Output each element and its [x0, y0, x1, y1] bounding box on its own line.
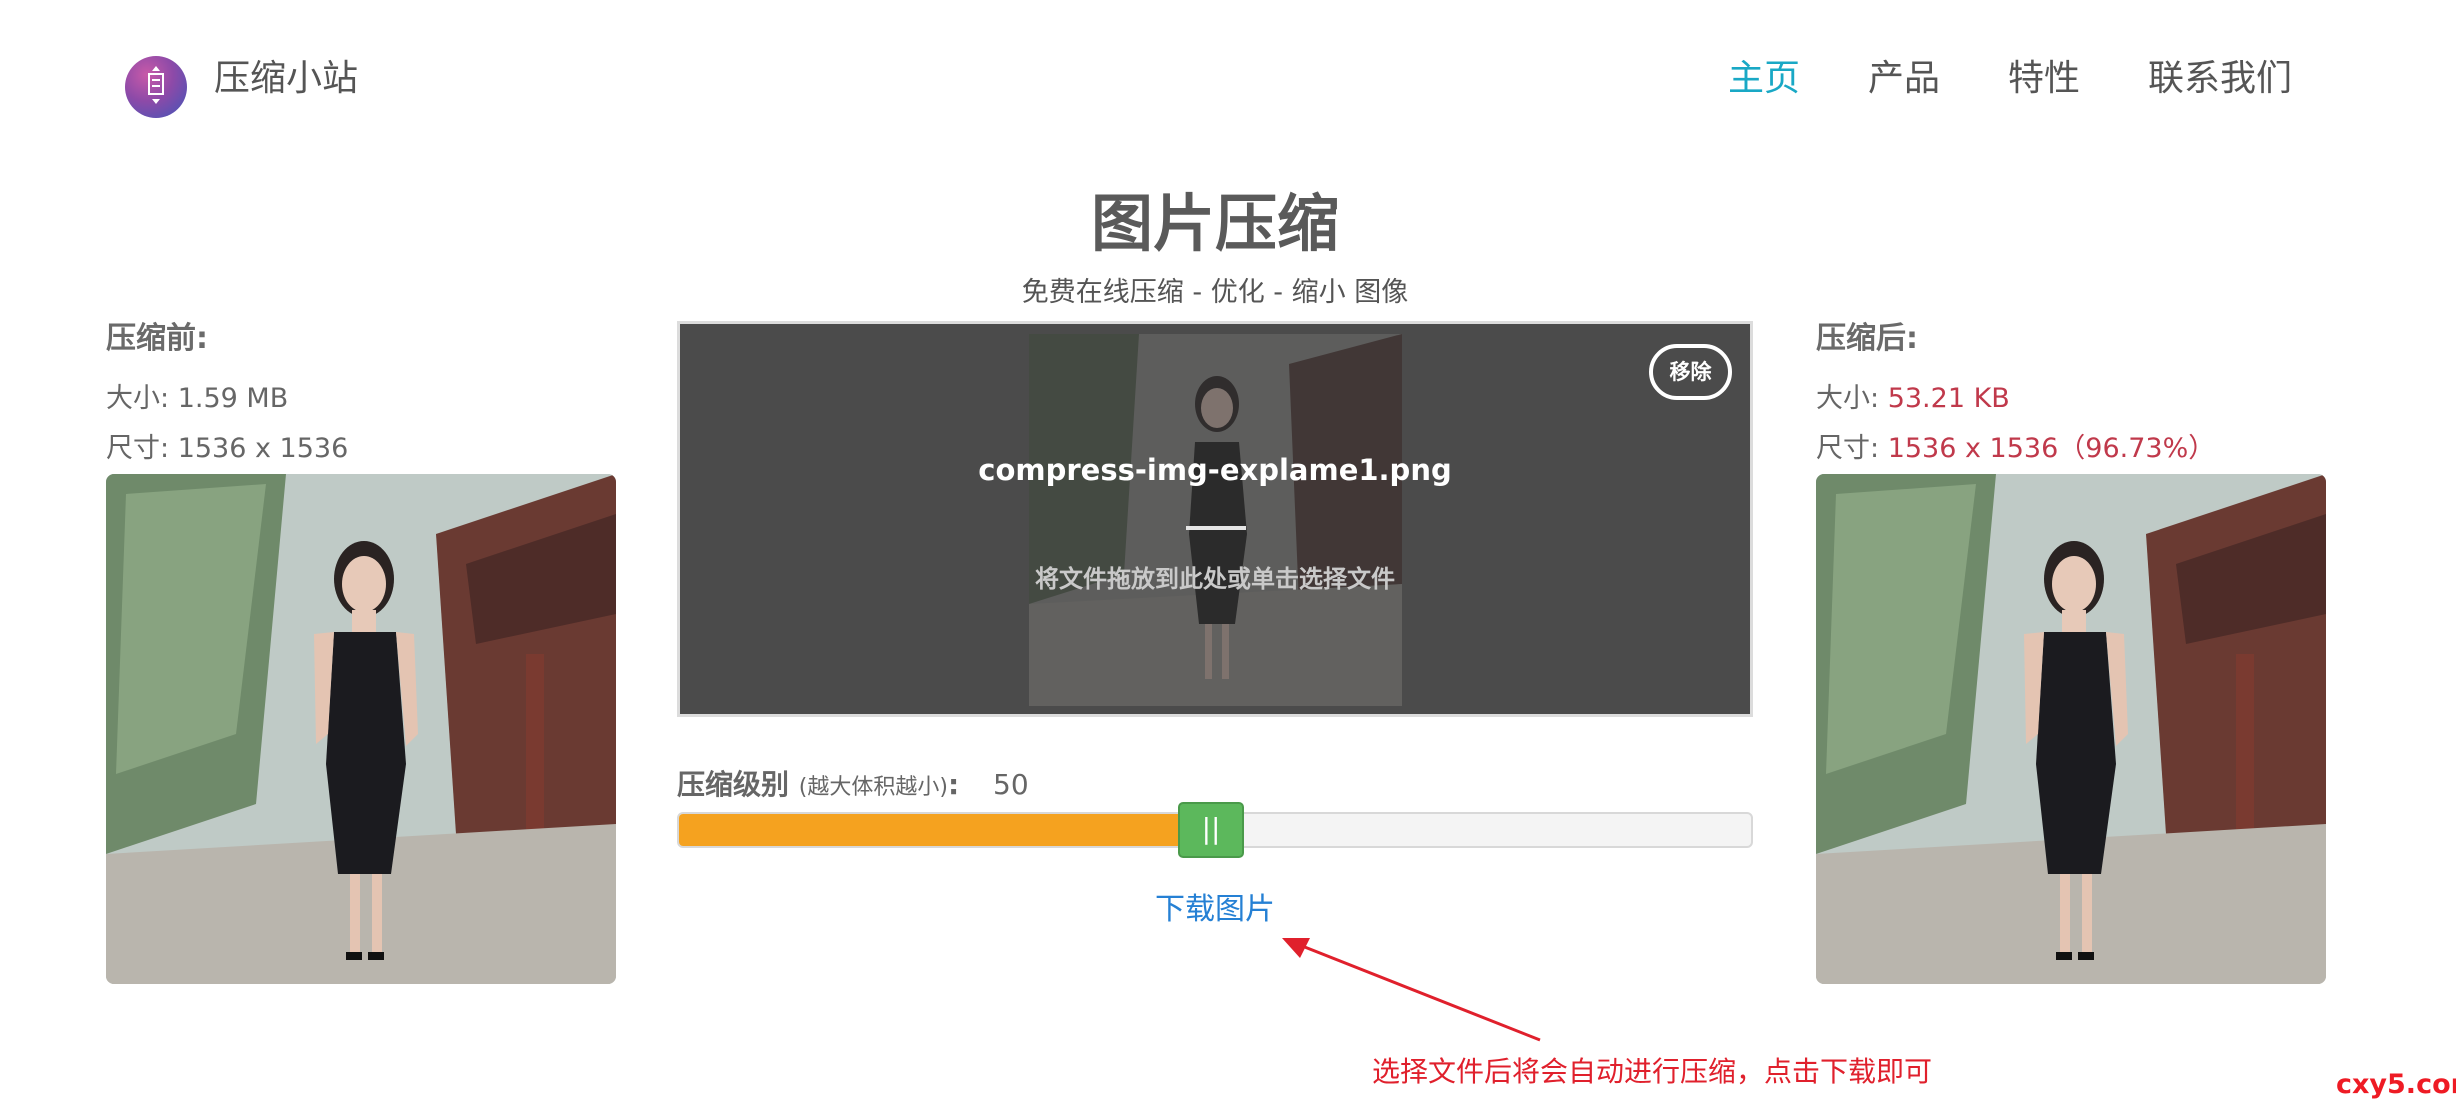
site-watermark: cxy5.com: [2336, 1069, 2456, 1100]
compression-slider-fill: [679, 814, 1215, 846]
dropzone-progress-bar: [1186, 526, 1246, 530]
annotation-arrow: [1282, 938, 1541, 1042]
before-size-label: 大小:: [106, 383, 170, 414]
after-size-label: 大小:: [1816, 383, 1880, 414]
compression-colon: :: [947, 768, 960, 801]
download-link[interactable]: 下载图片: [677, 890, 1753, 930]
nav-contact[interactable]: 联系我们: [2148, 56, 2292, 102]
compression-level-value: 50: [993, 768, 1029, 801]
compression-sub-label: (越大体积越小): [798, 775, 948, 800]
before-size: 大小: 1.59 MB: [106, 381, 288, 417]
after-dim-label: 尺寸:: [1816, 433, 1880, 464]
after-dim-value: 1536 x 1536（96.73%）: [1887, 433, 2216, 464]
brand-name[interactable]: 压缩小站: [214, 56, 358, 102]
annotation-text: 选择文件后将会自动进行压缩，点击下载即可: [1372, 1055, 1933, 1088]
page-subtitle: 免费在线压缩 - 优化 - 缩小 图像: [1021, 277, 1409, 308]
after-image: [1816, 474, 2326, 984]
compression-slider-handle[interactable]: ||: [1178, 802, 1244, 858]
before-dim-label: 尺寸:: [106, 433, 170, 464]
nav-features[interactable]: 特性: [2008, 56, 2080, 102]
compression-label-text: 压缩级别: [677, 768, 790, 801]
before-heading: 压缩前:: [106, 321, 208, 356]
page-title: 图片压缩: [1090, 187, 1339, 260]
dropzone-filename: compress-img-explame1.png: [978, 453, 1452, 487]
after-size-value: 53.21 KB: [1887, 383, 2010, 414]
after-size: 大小: 53.21 KB: [1816, 381, 2010, 417]
logo-icon: [145, 66, 167, 106]
after-heading: 压缩后:: [1816, 321, 1918, 356]
before-size-value: 1.59 MB: [177, 383, 289, 414]
dropzone-hint: 将文件拖放到此处或单击选择文件: [1035, 565, 1395, 593]
nav-home[interactable]: 主页: [1728, 56, 1800, 102]
before-image: [106, 474, 616, 984]
dropzone-thumbnail: [1029, 334, 1402, 706]
after-dimensions: 尺寸: 1536 x 1536（96.73%）: [1816, 431, 2215, 467]
before-dim-value: 1536 x 1536: [177, 433, 349, 464]
before-dimensions: 尺寸: 1536 x 1536: [106, 431, 348, 467]
nav-products[interactable]: 产品: [1868, 56, 1940, 102]
compression-level-label: 压缩级别 (越大体积越小):: [677, 766, 959, 807]
remove-button[interactable]: 移除: [1649, 344, 1732, 400]
